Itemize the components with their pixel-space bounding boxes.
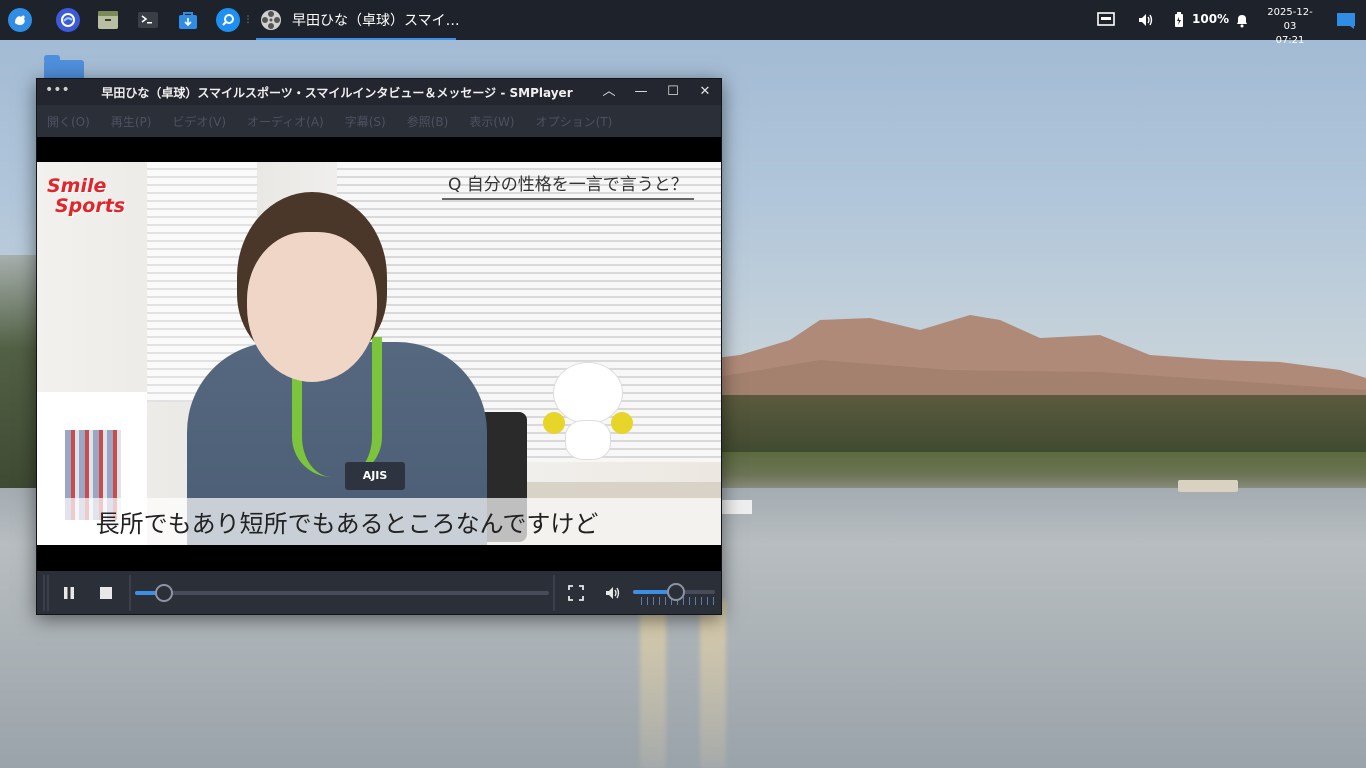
clock[interactable]: 2025-12-03 07:21 <box>1262 6 1318 48</box>
video-mascot <box>543 362 633 462</box>
battery-icon[interactable] <box>1172 8 1186 32</box>
wallpaper-boat <box>1178 480 1238 492</box>
control-bar <box>37 571 721 614</box>
wallpaper-sailboat <box>722 500 752 514</box>
wallpaper-village <box>700 395 1366 455</box>
menu-bar: 開く(O) 再生(P) ビデオ(V) オーディオ(A) 字幕(S) 参照(B) … <box>37 105 721 137</box>
window-menu-button[interactable]: ••• <box>45 83 70 101</box>
wallpaper-reflection <box>700 600 726 768</box>
video-jacket-badge: AJIS <box>345 462 405 490</box>
clock-date: 2025-12-03 <box>1267 7 1313 32</box>
fullscreen-icon[interactable] <box>564 581 588 605</box>
smplayer-window: ••• 早田ひな（卓球）スマイルスポーツ・スマイルインタビュー＆メッセージ - … <box>36 78 722 615</box>
store-icon[interactable] <box>176 8 200 32</box>
close-button[interactable]: ✕ <box>694 82 716 102</box>
search-icon[interactable] <box>216 8 240 32</box>
show-desktop-icon[interactable] <box>1334 8 1358 32</box>
mascot-body <box>565 420 611 460</box>
stop-button[interactable] <box>94 581 118 605</box>
menu-browse[interactable]: 参照(B) <box>407 113 449 130</box>
terminal-icon[interactable] <box>136 8 160 32</box>
toolbar-handle[interactable] <box>43 575 45 611</box>
logo-line2: Sports <box>55 195 126 217</box>
minimize-button[interactable]: — <box>630 82 652 102</box>
mascot-pompom <box>611 412 633 434</box>
top-panel: ⋮ 早田ひな（卓球）スマイ… 100% 2025-12-03 07:21 <box>0 0 1366 46</box>
video-area[interactable]: AJIS Smile Sports Q 自分の性格を一言で言うと？ 長所でもあり… <box>37 137 721 571</box>
notifications-bell-icon[interactable] <box>1230 8 1254 32</box>
menu-audio[interactable]: オーディオ(A) <box>247 113 324 130</box>
app-launcher-icon[interactable] <box>8 8 32 32</box>
maximize-button[interactable]: ☐ <box>662 82 684 102</box>
mute-volume-icon[interactable] <box>601 581 625 605</box>
wallpaper-reflection <box>640 600 666 768</box>
volume-handle[interactable] <box>666 583 685 601</box>
menu-video[interactable]: ビデオ(V) <box>172 113 226 130</box>
logo-line1: Smile <box>47 175 107 197</box>
network-icon[interactable] <box>1094 8 1118 32</box>
separator-dots-icon: ⋮ <box>243 15 253 25</box>
volume-tray-icon[interactable] <box>1134 8 1158 32</box>
battery-percent: 100% <box>1192 12 1230 26</box>
seek-handle[interactable] <box>154 584 173 602</box>
video-person-face <box>247 232 377 382</box>
shade-button[interactable]: ︿ <box>598 82 620 102</box>
video-frame: AJIS Smile Sports Q 自分の性格を一言で言うと？ 長所でもあり… <box>37 162 721 545</box>
menu-open[interactable]: 開く(O) <box>47 113 90 130</box>
menu-view[interactable]: 表示(W) <box>469 113 514 130</box>
menu-options[interactable]: オプション(T) <box>536 113 613 130</box>
seek-bar[interactable] <box>135 591 549 595</box>
video-question-caption: Q 自分の性格を一言で言うと？ <box>442 170 694 200</box>
control-separator <box>129 575 131 611</box>
wallpaper-riverbank <box>700 452 1366 490</box>
video-subtitle: 長所でもあり短所でもあるところなんですけど <box>95 510 599 538</box>
browser-icon[interactable] <box>56 8 80 32</box>
clock-time: 07:21 <box>1275 35 1305 46</box>
mascot-pompom <box>543 412 565 434</box>
menu-play[interactable]: 再生(P) <box>111 113 152 130</box>
smplayer-task-icon[interactable] <box>259 8 283 32</box>
smile-sports-logo: Smile Sports <box>47 176 125 216</box>
pause-button[interactable] <box>57 581 81 605</box>
desktop-folder-icon[interactable] <box>44 55 84 80</box>
active-task-indicator <box>256 38 456 40</box>
files-icon[interactable] <box>96 8 120 32</box>
window-title: 早田ひな（卓球）スマイルスポーツ・スマイルインタビュー＆メッセージ - SMPl… <box>101 86 573 100</box>
mascot-head <box>553 362 623 424</box>
window-titlebar[interactable]: ••• 早田ひな（卓球）スマイルスポーツ・スマイルインタビュー＆メッセージ - … <box>37 79 721 105</box>
control-separator <box>553 575 555 611</box>
menu-subtitles[interactable]: 字幕(S) <box>345 113 386 130</box>
toolbar-handle[interactable] <box>47 575 49 611</box>
active-task-title[interactable]: 早田ひな（卓球）スマイ… <box>292 10 460 30</box>
